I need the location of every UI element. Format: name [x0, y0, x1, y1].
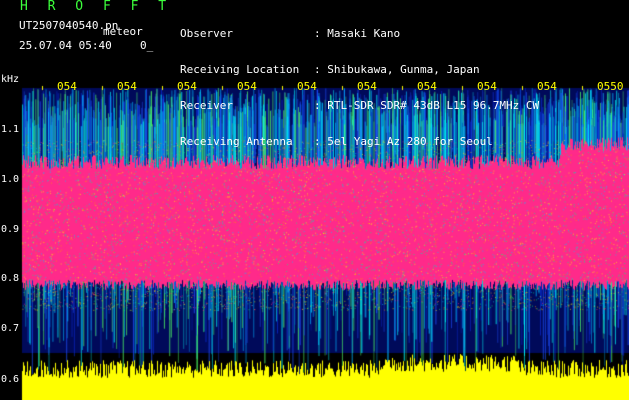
info-value: : Masaki Kano: [314, 27, 401, 40]
app-title: H R O F F T: [20, 0, 173, 14]
channel-label: 0_: [140, 39, 154, 52]
y-tick-label: 0.7: [1, 323, 20, 334]
y-axis-unit: kHz: [1, 74, 20, 85]
x-tick-label: 054: [177, 80, 197, 93]
info-label: Receiving Location: [180, 63, 300, 76]
y-tick-label: 0.8: [1, 273, 20, 284]
info-row-antenna: Receiving Antenna : 5el Yagi Az 280 for S…: [180, 136, 539, 148]
info-row-receiver: Receiver : RTL-SDR SDR# 43dB L15 96.7MHz …: [180, 100, 539, 112]
info-row-observer: Observer : Masaki Kano: [180, 28, 539, 40]
y-tick-label: 0.6: [1, 374, 20, 385]
info-value: : 5el Yagi Az 280 for Seoul: [314, 135, 493, 148]
x-tick-label: 0550: [597, 80, 624, 93]
info-value: : Shibukawa, Gunma, Japan: [314, 63, 480, 76]
y-tick-label: 1.1: [1, 124, 20, 135]
date-time: 25.07.04 05:40: [19, 39, 112, 52]
info-label: Receiver: [180, 99, 233, 112]
x-tick-label: 054: [537, 80, 557, 93]
x-tick-label: 054: [357, 80, 377, 93]
x-tick-label: 054: [477, 80, 497, 93]
x-tick-label: 054: [57, 80, 77, 93]
info-label: Observer: [180, 27, 233, 40]
info-value: : RTL-SDR SDR# 43dB L15 96.7MHz CW: [314, 99, 540, 112]
info-row-location: Receiving Location : Shibukawa, Gunma, Ja…: [180, 64, 539, 76]
x-tick-label: 054: [297, 80, 317, 93]
x-tick-label: 054: [117, 80, 137, 93]
x-tick-label: 054: [417, 80, 437, 93]
file-suffix-label: meteor: [103, 25, 143, 38]
y-tick-label: 0.9: [1, 224, 20, 235]
y-tick-label: 1.0: [1, 174, 20, 185]
info-label: Receiving Antenna: [180, 135, 293, 148]
x-tick-label: 054: [237, 80, 257, 93]
